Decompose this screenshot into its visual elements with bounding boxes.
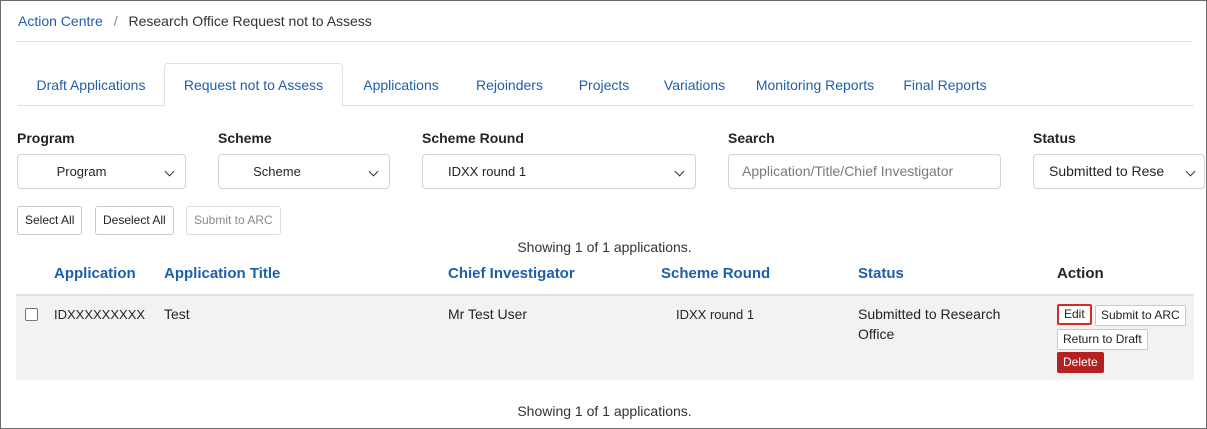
- tab-rejoinders[interactable]: Rejoinders: [459, 63, 560, 106]
- chevron-down-icon: [164, 166, 175, 177]
- tab-bar: Draft Applications Request not to Assess…: [18, 63, 1194, 107]
- breadcrumb-action-centre-link[interactable]: Action Centre: [18, 13, 103, 29]
- return-to-draft-button[interactable]: Return to Draft: [1057, 329, 1148, 350]
- chevron-down-icon: [674, 166, 685, 177]
- row-scheme-round: IDXX round 1: [676, 307, 755, 322]
- tab-projects[interactable]: Projects: [560, 63, 648, 106]
- status-select-value: Submitted to Rese: [1049, 163, 1165, 179]
- select-all-button[interactable]: Select All: [17, 206, 83, 235]
- showing-count-top: Showing 1 of 1 applications.: [517, 239, 692, 255]
- scheme-round-select-value: IDXX round 1: [448, 164, 527, 179]
- submit-to-arc-button[interactable]: Submit to ARC: [1095, 305, 1186, 326]
- tab-request-not-to-assess[interactable]: Request not to Assess: [164, 63, 343, 107]
- row-select-checkbox[interactable]: [25, 308, 38, 321]
- search-label: Search: [728, 130, 775, 146]
- column-header-action: Action: [1057, 265, 1104, 282]
- column-header-status[interactable]: Status: [858, 265, 904, 282]
- breadcrumb-current: Research Office Request not to Assess: [128, 13, 372, 29]
- column-header-application-title[interactable]: Application Title: [164, 265, 280, 282]
- status-label: Status: [1033, 130, 1076, 146]
- row-chief-investigator: Mr Test User: [448, 306, 528, 322]
- search-input-placeholder: Application/Title/Chief Investigator: [742, 163, 954, 179]
- chevron-down-icon: [1185, 166, 1196, 177]
- tab-monitoring-reports[interactable]: Monitoring Reports: [741, 63, 889, 106]
- chevron-down-icon: [368, 166, 379, 177]
- scheme-select[interactable]: Scheme: [218, 154, 390, 189]
- tab-variations[interactable]: Variations: [648, 63, 741, 106]
- tab-draft-applications[interactable]: Draft Applications: [18, 63, 164, 106]
- program-select-value: Program: [56, 164, 107, 179]
- scheme-select-value: Scheme: [253, 164, 301, 179]
- row-status-line-2: Office: [858, 326, 895, 342]
- column-header-application[interactable]: Application: [54, 265, 136, 282]
- row-status: Submitted to Research Office: [858, 304, 1000, 344]
- tab-final-reports[interactable]: Final Reports: [889, 63, 1001, 106]
- scheme-round-label: Scheme Round: [422, 130, 524, 146]
- row-status-line-1: Submitted to Research: [858, 306, 1001, 322]
- deselect-all-button[interactable]: Deselect All: [95, 206, 174, 235]
- table-row: [16, 296, 1194, 380]
- scheme-label: Scheme: [218, 130, 272, 146]
- row-application-id: IDXXXXXXXXX: [54, 307, 146, 322]
- submit-to-arc-bulk-button[interactable]: Submit to ARC: [186, 206, 281, 235]
- breadcrumb-divider: [16, 41, 1192, 42]
- search-input[interactable]: Application/Title/Chief Investigator: [728, 154, 1001, 189]
- tab-applications[interactable]: Applications: [343, 63, 459, 106]
- showing-count-bottom: Showing 1 of 1 applications.: [517, 403, 692, 419]
- edit-button[interactable]: Edit: [1057, 304, 1092, 325]
- breadcrumb: Action Centre / Research Office Request …: [18, 13, 372, 29]
- column-header-chief-investigator[interactable]: Chief Investigator: [448, 265, 575, 282]
- column-header-scheme-round[interactable]: Scheme Round: [661, 265, 770, 282]
- page-frame: Action Centre / Research Office Request …: [0, 0, 1207, 429]
- breadcrumb-separator: /: [113, 13, 118, 29]
- delete-button[interactable]: Delete: [1057, 352, 1104, 373]
- status-select[interactable]: Submitted to Rese: [1033, 154, 1205, 189]
- row-application-title: Test: [164, 306, 190, 322]
- program-label: Program: [17, 130, 75, 146]
- program-select[interactable]: Program: [17, 154, 186, 189]
- scheme-round-select[interactable]: IDXX round 1: [422, 154, 696, 189]
